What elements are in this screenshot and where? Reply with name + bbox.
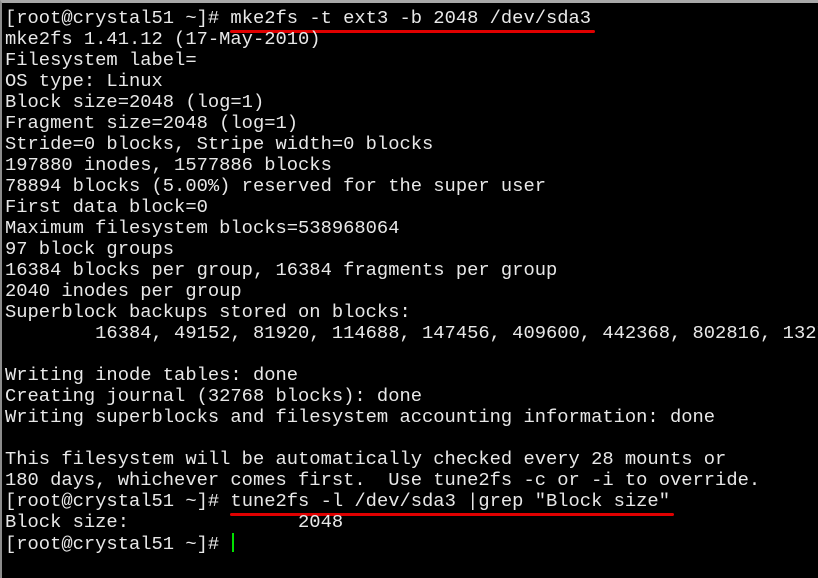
shell-prompt: [root@crystal51 ~]# — [5, 533, 231, 555]
output-line: Superblock backups stored on blocks: — [5, 301, 411, 323]
terminal-output[interactable]: [root@crystal51 ~]# mke2fs -t ext3 -b 20… — [5, 8, 818, 555]
command-line: [root@crystal51 ~]# tune2fs -l /dev/sda3… — [5, 491, 818, 512]
output-line: Fragment size=2048 (log=1) — [5, 112, 299, 134]
shell-prompt: [root@crystal51 ~]# — [5, 490, 231, 512]
output-line: Block size=2048 (log=1) — [5, 91, 265, 113]
output-line: Maximum filesystem blocks=538968064 — [5, 217, 400, 239]
output-line: 180 days, whichever comes first. Use tun… — [5, 469, 761, 491]
output-line: Filesystem label= — [5, 49, 197, 71]
output-line: First data block=0 — [5, 196, 208, 218]
output-line: Creating journal (32768 blocks): done — [5, 385, 423, 407]
output-line: Writing superblocks and filesystem accou… — [5, 406, 716, 428]
output-line: 78894 blocks (5.00%) reserved for the su… — [5, 175, 546, 197]
output-line: Stride=0 blocks, Stripe width=0 blocks — [5, 133, 434, 155]
output-line: mke2fs 1.41.12 (17-May-2010) — [5, 28, 321, 50]
output-line: 16384 blocks per group, 16384 fragments … — [5, 259, 558, 281]
output-line: OS type: Linux — [5, 70, 163, 92]
output-line: 197880 inodes, 1577886 blocks — [5, 154, 332, 176]
prompt-input-line: [root@crystal51 ~]# — [5, 533, 818, 555]
highlighted-command: tune2fs -l /dev/sda3 |grep "Block size" — [230, 490, 670, 512]
shell-prompt: [root@crystal51 ~]# — [5, 7, 231, 29]
output-line: 16384, 49152, 81920, 114688, 147456, 409… — [5, 322, 818, 344]
text-cursor[interactable] — [232, 533, 235, 552]
output-line: Writing inode tables: done — [5, 364, 299, 386]
highlighted-command: mke2fs -t ext3 -b 2048 /dev/sda3 — [230, 7, 592, 29]
output-line: This filesystem will be automatically ch… — [5, 448, 727, 470]
output-line: Block size: 2048 — [5, 511, 344, 533]
output-line: 97 block groups — [5, 238, 175, 260]
command-line: [root@crystal51 ~]# mke2fs -t ext3 -b 20… — [5, 8, 818, 29]
terminal-window[interactable]: [root@crystal51 ~]# mke2fs -t ext3 -b 20… — [0, 0, 818, 578]
output-line: 2040 inodes per group — [5, 280, 242, 302]
